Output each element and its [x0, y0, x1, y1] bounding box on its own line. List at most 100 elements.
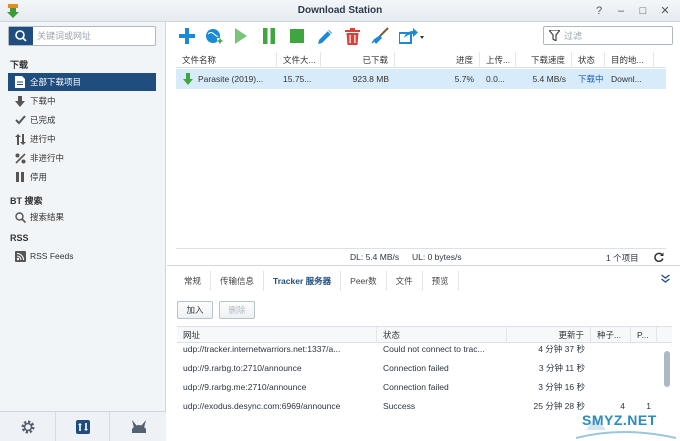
row-downloaded: 923.8 MB — [352, 74, 389, 84]
delete-tracker-button[interactable]: 删除 — [219, 301, 255, 319]
share-icon — [399, 28, 424, 44]
sidebar-item-label: 非进行中 — [30, 153, 65, 163]
watermark: SMYZ.NET — [566, 408, 680, 441]
column-header-progress[interactable]: 进度 — [395, 52, 480, 68]
collapse-panel-icon[interactable] — [661, 274, 670, 283]
tab-preview[interactable]: 预览 — [423, 271, 459, 291]
edit-button[interactable] — [315, 26, 335, 46]
upload-speed-total: UL: 0 bytes/s — [412, 252, 462, 262]
detail-tabs: 常规 传输信息 Tracker 服务器 Peer数 文件 预览 — [175, 271, 459, 291]
row-status: 下载中 — [578, 74, 604, 84]
search-icon — [14, 211, 26, 223]
sidebar-item-search-results[interactable]: 搜索结果 — [8, 208, 156, 226]
sidebar-item-active[interactable]: 进行中 — [8, 130, 156, 148]
row-name: Parasite (2019)... — [198, 74, 264, 84]
section-rss-title: RSS — [10, 233, 29, 243]
tracker-url: udp://9.rarbg.me:2710/announce — [183, 382, 307, 392]
gear-icon — [21, 420, 34, 434]
emule-button[interactable] — [111, 412, 166, 441]
add-task-button[interactable] — [177, 26, 197, 46]
tab-peers[interactable]: Peer数 — [341, 271, 387, 291]
rss-icon — [14, 250, 26, 262]
maximize-button[interactable]: □ — [636, 4, 650, 18]
broom-icon — [371, 27, 389, 44]
sidebar-item-label: 停用 — [30, 172, 48, 182]
minimize-icon: – — [617, 5, 625, 17]
sidebar-item-rss-feeds[interactable]: RSS Feeds — [8, 247, 156, 265]
clear-completed-button[interactable] — [370, 26, 390, 46]
transfer-button[interactable] — [55, 412, 110, 441]
pause-button[interactable] — [259, 26, 279, 46]
share-menu-button[interactable] — [398, 26, 426, 46]
tab-files[interactable]: 文件 — [387, 271, 423, 291]
tracker-scrollbar[interactable] — [664, 351, 670, 387]
row-upload: 0.0... — [486, 74, 505, 84]
help-button[interactable]: ? — [592, 4, 606, 18]
sidebar-item-all-downloads[interactable]: 全部下载项目 — [8, 73, 156, 91]
percent-icon — [14, 152, 26, 164]
mule-icon — [131, 420, 146, 433]
tab-transfer[interactable]: 传输信息 — [211, 271, 265, 291]
sidebar-footer — [0, 411, 166, 441]
column-header-status[interactable]: 状态 — [572, 52, 605, 68]
sidebar-item-stopped[interactable]: 停用 — [8, 168, 156, 186]
item-count: 1 个项目 — [606, 253, 639, 263]
plus-icon — [179, 28, 195, 44]
tracker-status: Could not connect to trac... — [383, 344, 485, 354]
maximize-icon: □ — [639, 5, 647, 17]
row-destination: Downl... — [611, 74, 642, 84]
sidebar-item-completed[interactable]: 已完成 — [8, 111, 156, 129]
arrows-updown-icon — [14, 133, 26, 145]
help-icon: ? — [595, 5, 603, 17]
table-row[interactable]: udp://tracker.internetwarriors.net:1337/… — [177, 340, 662, 359]
sidebar-item-downloading[interactable]: 下载中 — [8, 92, 156, 110]
table-row[interactable]: udp://9.rarbg.to:2710/announce Connectio… — [177, 359, 662, 378]
tab-general[interactable]: 常规 — [175, 271, 212, 291]
filter-box[interactable] — [543, 26, 673, 45]
column-header-name[interactable]: 文件名称 — [176, 52, 277, 68]
file-icon — [14, 76, 26, 88]
close-button[interactable]: ✕ — [658, 4, 672, 18]
search-input[interactable] — [37, 29, 153, 43]
row-progress: 5.7% — [454, 74, 474, 84]
settings-button[interactable] — [0, 412, 55, 441]
arrow-down-icon — [14, 95, 26, 107]
downloads-status-bar: DL: 5.4 MB/s UL: 0 bytes/s 1 个项目 — [176, 248, 666, 264]
column-header-downloaded[interactable]: 已下载 — [321, 52, 395, 68]
refresh-icon[interactable] — [654, 252, 664, 262]
title-bar: Download Station ? – □ ✕ — [0, 0, 680, 22]
trash-icon — [344, 27, 360, 45]
sidebar-item-label: 全部下载项目 — [30, 77, 82, 87]
stop-button[interactable] — [287, 26, 307, 46]
filter-input[interactable] — [564, 29, 668, 42]
column-header-size[interactable]: 文件大... — [277, 52, 321, 68]
row-size: 15.75... — [283, 74, 312, 84]
column-header-upload[interactable]: 上传... — [480, 52, 516, 68]
sidebar-item-label: RSS Feeds — [30, 251, 74, 261]
sidebar-item-label: 下载中 — [30, 96, 56, 106]
add-tracker-button[interactable]: 加入 — [177, 301, 213, 319]
toolbar — [167, 22, 680, 50]
tab-tracker[interactable]: Tracker 服务器 — [264, 271, 342, 291]
minimize-button[interactable]: – — [614, 4, 628, 18]
tracker-url: udp://tracker.internetwarriors.net:1337/… — [183, 344, 341, 354]
add-url-button[interactable] — [204, 26, 224, 46]
table-row[interactable]: Parasite (2019)... 15.75... 923.8 MB 5.7… — [176, 69, 666, 89]
search-icon[interactable] — [9, 27, 33, 45]
tracker-status: Connection failed — [383, 382, 449, 392]
table-row[interactable]: udp://9.rarbg.me:2710/announce Connectio… — [177, 378, 662, 397]
check-icon — [14, 114, 26, 126]
sidebar-search[interactable] — [8, 26, 156, 46]
column-header-destination[interactable]: 目的地... — [605, 52, 654, 68]
column-header-speed[interactable]: 下载速度 — [516, 52, 572, 68]
sidebar: 下载 全部下载项目 下载中 已完成 进行中 非进行中 停用 BT 搜 — [0, 22, 166, 441]
delete-button[interactable] — [342, 26, 362, 46]
sidebar-item-label: 搜索结果 — [30, 212, 65, 222]
resume-button[interactable] — [231, 26, 251, 46]
play-icon — [235, 28, 247, 44]
pause-icon — [263, 28, 275, 44]
transfer-icon — [75, 420, 90, 434]
tracker-updated: 3 分钟 16 秒 — [538, 382, 585, 392]
stop-icon — [290, 29, 304, 43]
sidebar-item-inactive[interactable]: 非进行中 — [8, 149, 156, 167]
